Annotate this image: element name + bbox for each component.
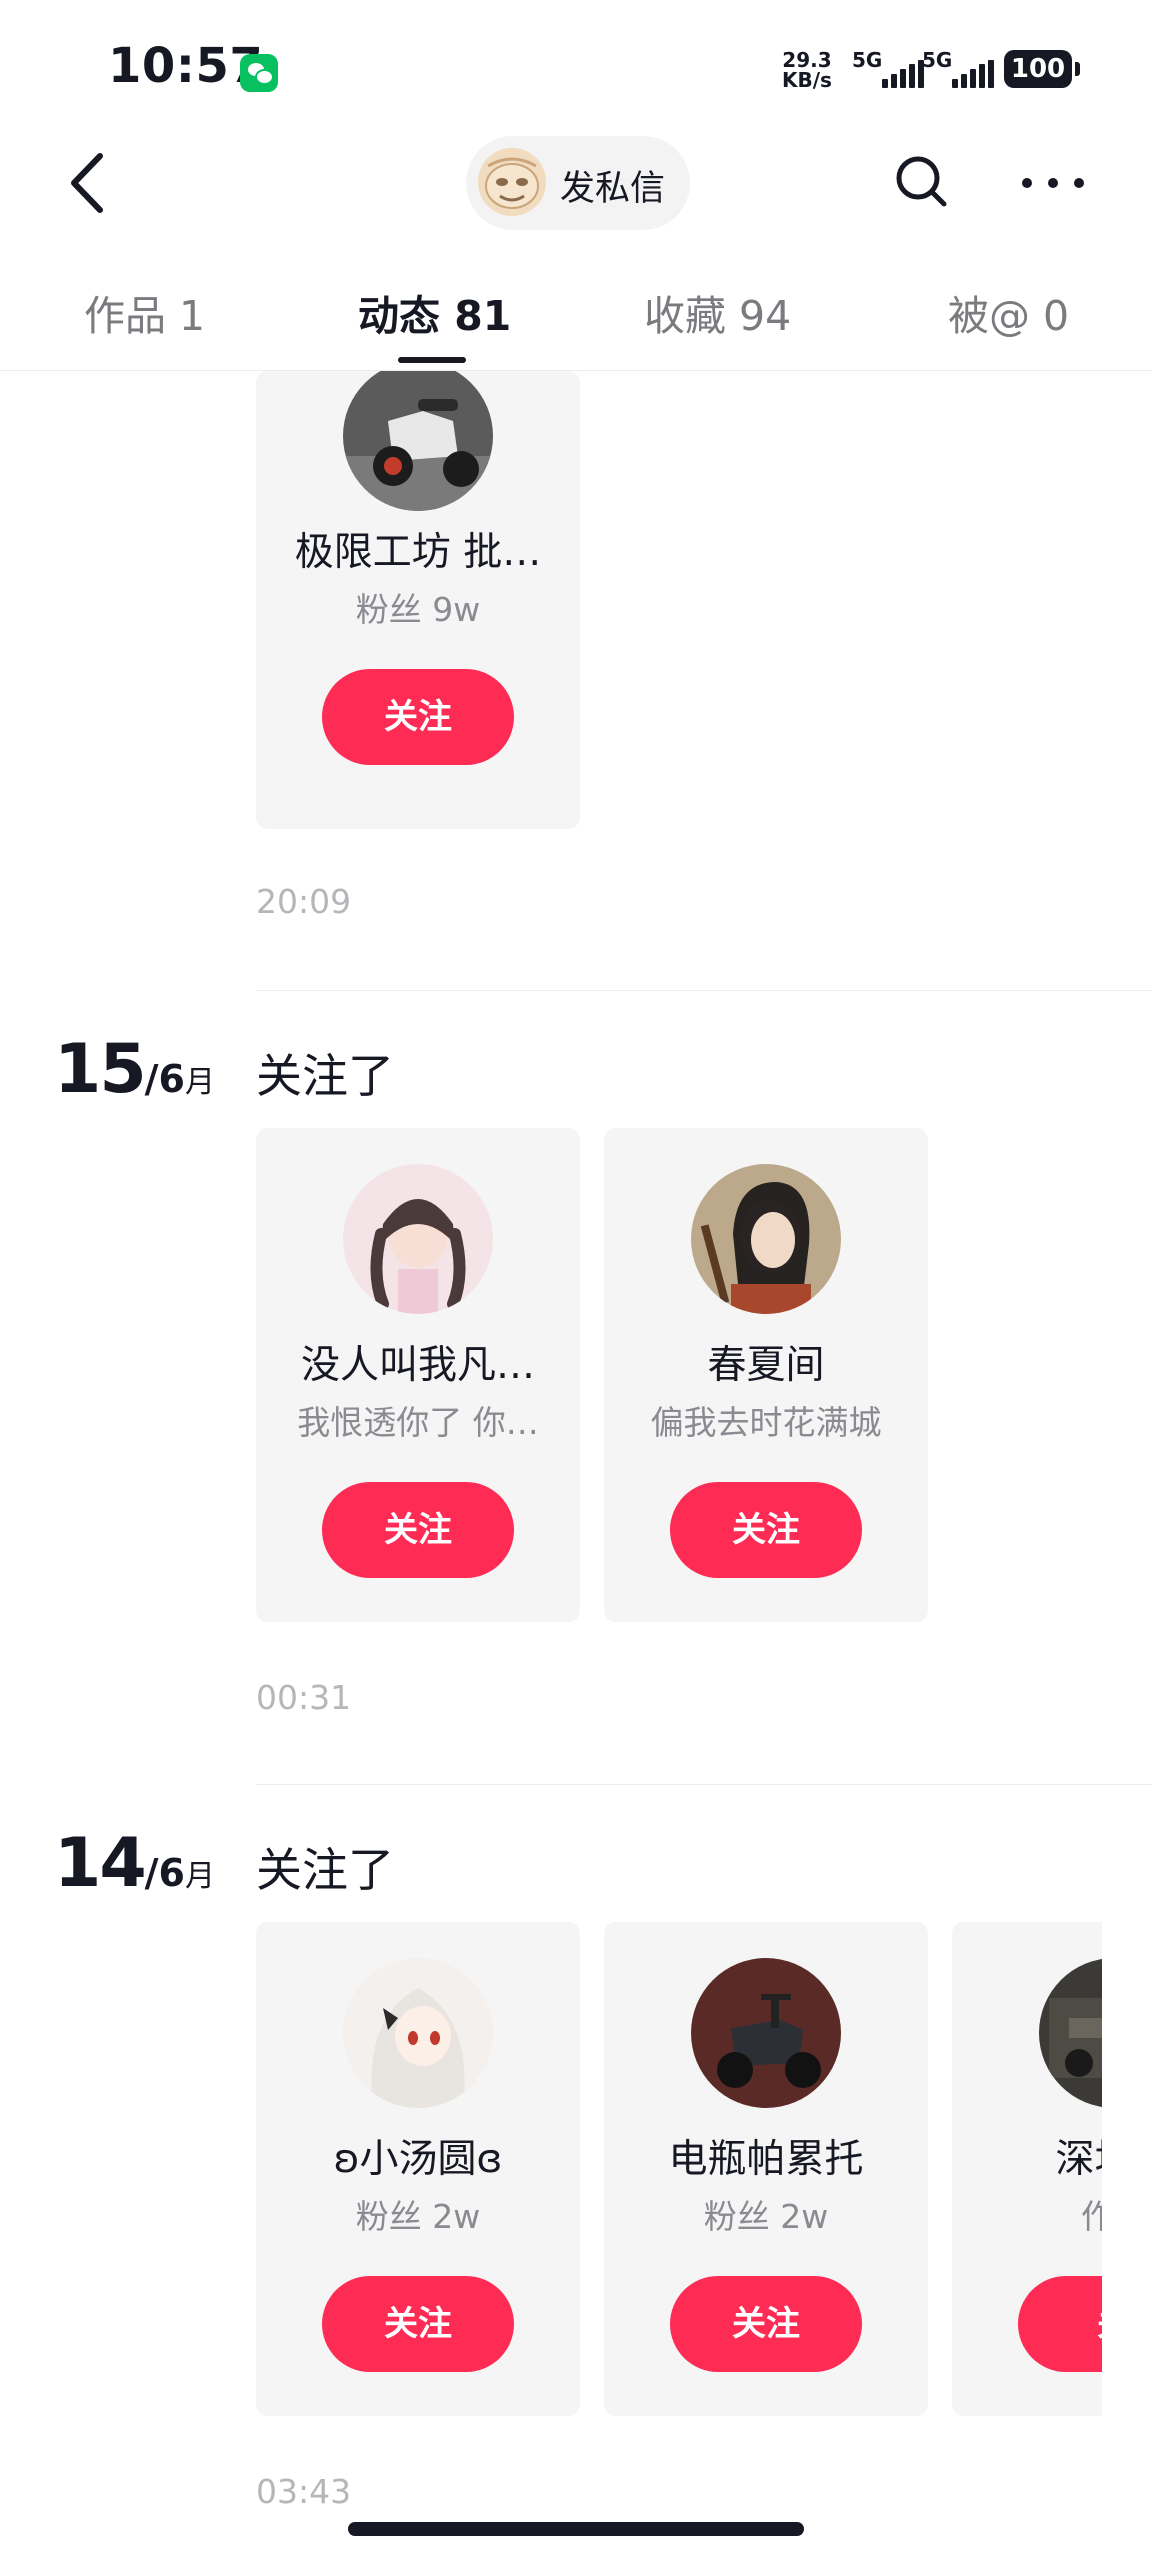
- send-message-button[interactable]: 发私信: [466, 136, 690, 230]
- status-bar: 10:57 29.3 KB/s 5G 5G 100: [0, 0, 1152, 140]
- send-message-label: 发私信: [560, 169, 666, 209]
- top-card-strip: 极限工坊 批… 粉丝 9w 关注: [0, 371, 1102, 831]
- user-name: ʚ小汤圆ɞ: [333, 2137, 503, 2182]
- user-card[interactable]: 极限工坊 批… 粉丝 9w 关注: [256, 371, 580, 829]
- user-followers: 作品: [1081, 2197, 1102, 2236]
- tab-favorites[interactable]: 收藏 94: [644, 282, 791, 342]
- card-strip-15: 没人叫我凡… 我恨透你了 你… 关注 春夏间 偏我去时花满城 关注: [0, 1128, 1102, 1648]
- divider: [256, 1784, 1152, 1785]
- date-month-suffix: 月: [184, 1065, 215, 1100]
- user-name: 极限工坊 批…: [294, 530, 542, 575]
- user-followers: 粉丝 2w: [703, 2197, 829, 2236]
- avatar: [478, 148, 546, 216]
- user-followers: 粉丝 2w: [355, 2197, 481, 2236]
- user-bio: 我恨透你了 你…: [297, 1403, 539, 1442]
- user-name: 深圳大: [1055, 2137, 1102, 2182]
- tab-activity[interactable]: 动态 81: [358, 282, 511, 342]
- user-card[interactable]: 电瓶帕累托 粉丝 2w 关注: [604, 1922, 928, 2416]
- date-month-suffix: 月: [184, 1859, 215, 1894]
- timestamp: 20:09: [256, 882, 352, 921]
- tab-works[interactable]: 作品 1: [84, 282, 205, 342]
- shop-avatar-icon: [1039, 1958, 1102, 2108]
- date-month: /6: [144, 1851, 185, 1895]
- activity-action: 关注了: [256, 1049, 394, 1103]
- active-tab-indicator: [398, 357, 466, 363]
- date-month: /6: [144, 1057, 185, 1101]
- avatar[interactable]: [343, 1164, 493, 1314]
- girl-guitar-avatar-icon: [691, 1164, 841, 1314]
- user-card[interactable]: 没人叫我凡… 我恨透你了 你… 关注: [256, 1128, 580, 1622]
- date-label: 15/6月: [54, 1030, 215, 1109]
- network-speed: 29.3 KB/s: [782, 50, 832, 90]
- avatar-cartoon-icon: [478, 148, 546, 216]
- sim1-network-type: 5G: [852, 48, 883, 72]
- follow-button[interactable]: 关注: [670, 1482, 862, 1578]
- avatar[interactable]: [691, 1958, 841, 2108]
- more-options-button[interactable]: [1016, 160, 1090, 204]
- avatar[interactable]: [343, 1958, 493, 2108]
- follow-button[interactable]: 关注: [322, 2276, 514, 2372]
- anime-girl-avatar-icon: [343, 1958, 493, 2108]
- follow-button[interactable]: 关注: [670, 2276, 862, 2372]
- user-followers: 粉丝 9w: [355, 590, 481, 629]
- activity-action: 关注了: [256, 1843, 394, 1897]
- avatar[interactable]: [691, 1164, 841, 1314]
- user-name: 电瓶帕累托: [668, 2137, 864, 2182]
- date-day: 14: [54, 1824, 147, 1903]
- user-card[interactable]: 春夏间 偏我去时花满城 关注: [604, 1128, 928, 1622]
- follow-button[interactable]: 关注: [322, 1482, 514, 1578]
- avatar[interactable]: [1039, 1958, 1102, 2108]
- date-label: 14/6月: [54, 1824, 215, 1903]
- back-button[interactable]: [60, 148, 120, 218]
- follow-button[interactable]: 关: [1018, 2276, 1102, 2372]
- battery-level: 100: [1010, 54, 1066, 84]
- wechat-notification-icon: [240, 54, 278, 92]
- scooter-avatar-icon: [691, 1958, 841, 2108]
- user-name: 春夏间: [707, 1343, 825, 1388]
- scooter-avatar-icon: [343, 371, 493, 511]
- network-speed-unit: KB/s: [782, 68, 832, 92]
- battery-icon: 100: [1004, 50, 1080, 88]
- user-bio: 偏我去时花满城: [650, 1403, 882, 1442]
- network-speed-value: 29.3: [782, 48, 832, 72]
- avatar[interactable]: [343, 371, 493, 511]
- user-card[interactable]: ʚ小汤圆ɞ 粉丝 2w 关注: [256, 1922, 580, 2416]
- search-icon: [896, 156, 947, 207]
- follow-button[interactable]: 关注: [322, 669, 514, 765]
- search-button[interactable]: [890, 150, 954, 214]
- date-day: 15: [54, 1030, 147, 1109]
- timestamp: 03:43: [256, 2472, 352, 2511]
- divider: [256, 990, 1152, 991]
- chevron-left-icon: [71, 153, 103, 213]
- tab-mentions[interactable]: 被@ 0: [948, 282, 1069, 342]
- user-name: 没人叫我凡…: [300, 1343, 535, 1388]
- sim2-network-type: 5G: [922, 48, 953, 72]
- timestamp: 00:31: [256, 1678, 352, 1717]
- home-indicator[interactable]: [348, 2522, 804, 2536]
- card-strip-14[interactable]: ʚ小汤圆ɞ 粉丝 2w 关注 电瓶帕累托 粉丝 2w 关注 深 作: [0, 1922, 1102, 2442]
- user-card[interactable]: 深圳大 作品 关: [952, 1922, 1102, 2416]
- girl-braids-avatar-icon: [343, 1164, 493, 1314]
- profile-tabs: 作品 1 动态 81 收藏 94 被@ 0: [0, 260, 1152, 371]
